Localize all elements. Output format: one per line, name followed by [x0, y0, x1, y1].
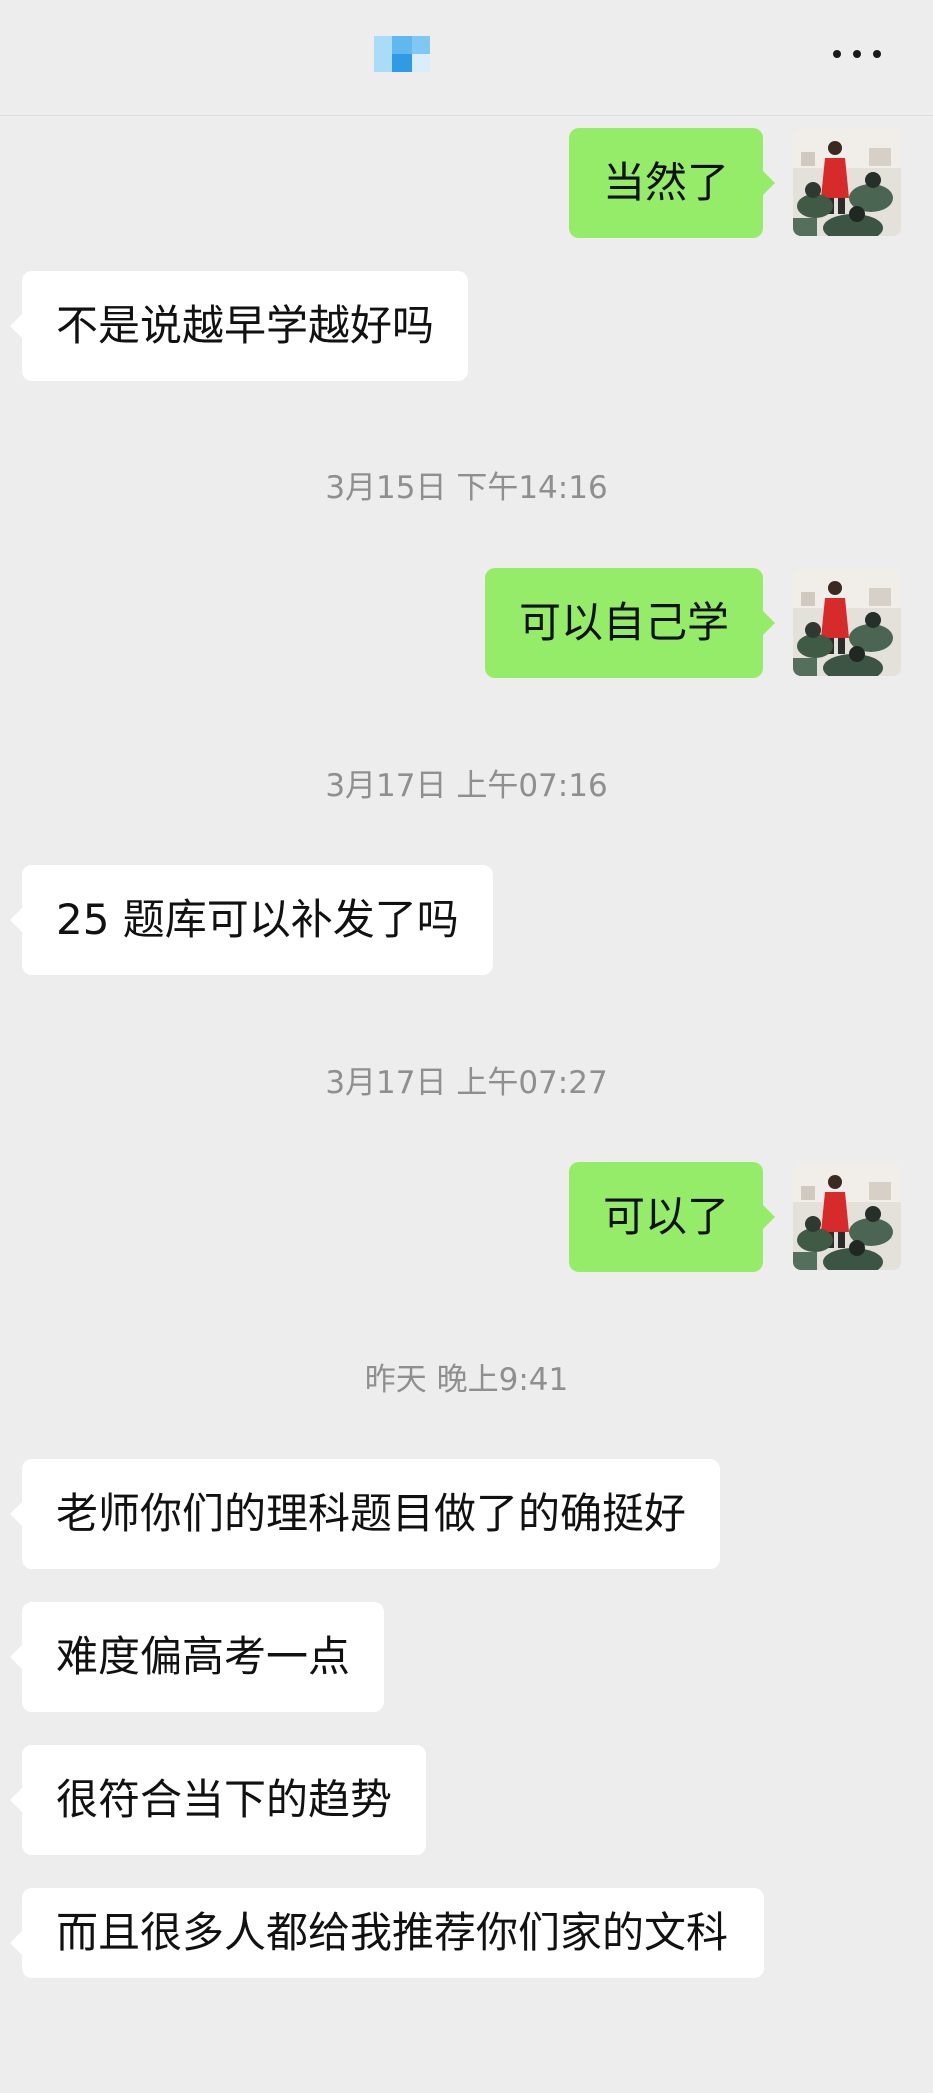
timestamp-divider: 3月17日 上午07:27	[325, 1065, 608, 1101]
classroom-photo-icon	[793, 128, 901, 236]
user-avatar[interactable]	[793, 568, 901, 676]
message-bubble-incoming[interactable]: 不是说越早学越好吗	[9, 271, 469, 381]
message-bubble-outgoing[interactable]: 可以自己学	[484, 568, 776, 678]
classroom-photo-icon	[793, 1162, 901, 1270]
classroom-photo-icon	[793, 568, 901, 676]
user-avatar[interactable]	[793, 1162, 901, 1270]
message-bubble-incoming[interactable]: 很符合当下的趋势	[9, 1745, 427, 1855]
message-bubble-incoming[interactable]: 老师你们的理科题目做了的确挺好	[9, 1459, 721, 1569]
message-bubble-incoming[interactable]: 25 题库可以补发了吗	[10, 865, 493, 975]
chat-header	[0, 0, 933, 116]
message-bubble-outgoing[interactable]: 当然了	[568, 128, 776, 238]
timestamp-divider: 昨天 晚上9:41	[364, 1362, 569, 1398]
timestamp-divider: 3月15日 下午14:16	[325, 470, 608, 506]
message-bubble-incoming[interactable]: 而且很多人都给我推荐你们家的文科	[10, 1888, 764, 1978]
more-dots-icon[interactable]	[833, 48, 881, 60]
message-bubble-outgoing[interactable]: 可以了	[568, 1162, 776, 1272]
timestamp-divider: 3月17日 上午07:16	[325, 768, 608, 804]
message-bubble-incoming[interactable]: 难度偏高考一点	[9, 1602, 385, 1712]
blurred-contact-name[interactable]	[374, 36, 430, 72]
user-avatar[interactable]	[793, 128, 901, 236]
